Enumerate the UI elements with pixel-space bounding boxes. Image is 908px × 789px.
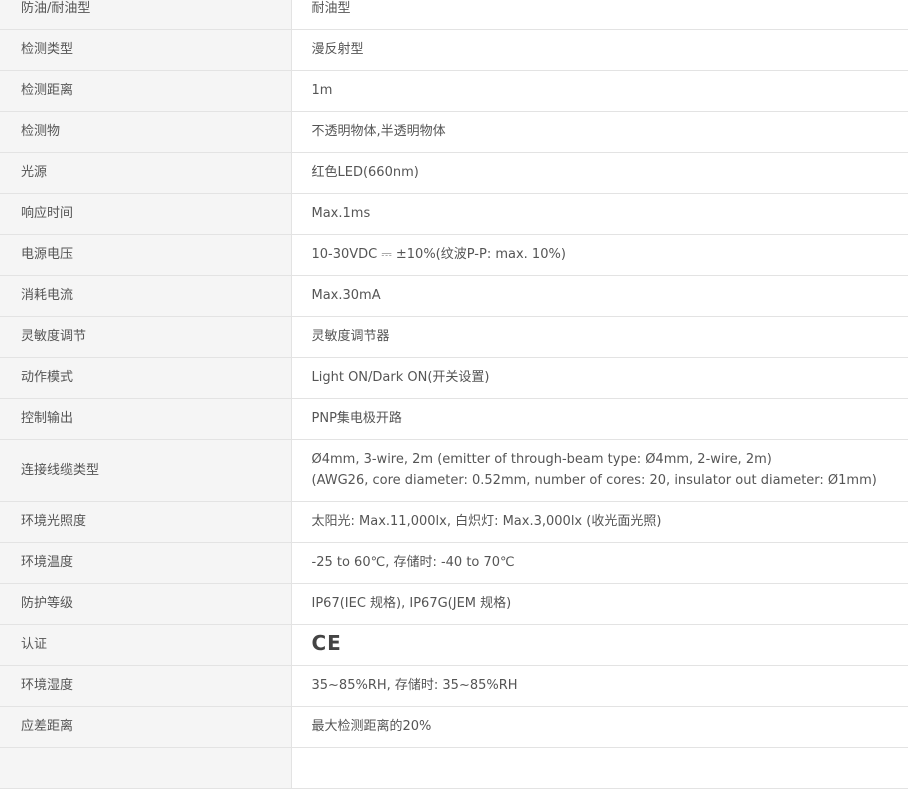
row-label: 环境温度 bbox=[0, 542, 291, 583]
row-label bbox=[0, 747, 291, 788]
table-row: 检测距离 1m bbox=[0, 70, 908, 111]
spec-table: 防油/耐油型 耐油型 检测类型 漫反射型 检测距离 1m 检测物 不透明物体,半… bbox=[0, 0, 908, 789]
row-value: 最大检测距离的20% bbox=[291, 706, 908, 747]
row-value: Max.30mA bbox=[291, 275, 908, 316]
row-value: -25 to 60℃, 存储时: -40 to 70℃ bbox=[291, 542, 908, 583]
row-value: 不透明物体,半透明物体 bbox=[291, 111, 908, 152]
row-value-line: Ø4mm, 3-wire, 2m (emitter of through-bea… bbox=[312, 449, 908, 470]
row-value: 红色LED(660nm) bbox=[291, 152, 908, 193]
row-value: 35~85%RH, 存储时: 35~85%RH bbox=[291, 665, 908, 706]
row-value: 1m bbox=[291, 70, 908, 111]
row-value: 灵敏度调节器 bbox=[291, 316, 908, 357]
row-label: 响应时间 bbox=[0, 193, 291, 234]
row-label: 环境湿度 bbox=[0, 665, 291, 706]
row-label: 检测类型 bbox=[0, 29, 291, 70]
table-row: 光源 红色LED(660nm) bbox=[0, 152, 908, 193]
row-label: 环境光照度 bbox=[0, 501, 291, 542]
table-row: 消耗电流 Max.30mA bbox=[0, 275, 908, 316]
row-value-line: (AWG26, core diameter: 0.52mm, number of… bbox=[312, 470, 908, 491]
row-label: 检测物 bbox=[0, 111, 291, 152]
row-label: 防油/耐油型 bbox=[0, 0, 291, 29]
row-label: 控制输出 bbox=[0, 398, 291, 439]
table-row: 环境湿度 35~85%RH, 存储时: 35~85%RH bbox=[0, 665, 908, 706]
row-label: 认证 bbox=[0, 624, 291, 665]
table-row bbox=[0, 747, 908, 788]
row-label: 灵敏度调节 bbox=[0, 316, 291, 357]
table-row: 检测物 不透明物体,半透明物体 bbox=[0, 111, 908, 152]
table-row: 防油/耐油型 耐油型 bbox=[0, 0, 908, 29]
row-value: CE bbox=[291, 624, 908, 665]
row-value: 10-30VDC ⎓ ±10%(纹波P-P: max. 10%) bbox=[291, 234, 908, 275]
row-value: IP67(IEC 规格), IP67G(JEM 规格) bbox=[291, 583, 908, 624]
row-label: 动作模式 bbox=[0, 357, 291, 398]
row-label: 电源电压 bbox=[0, 234, 291, 275]
table-row: 检测类型 漫反射型 bbox=[0, 29, 908, 70]
row-value: 耐油型 bbox=[291, 0, 908, 29]
row-label: 消耗电流 bbox=[0, 275, 291, 316]
table-row: 控制输出 PNP集电极开路 bbox=[0, 398, 908, 439]
row-value bbox=[291, 747, 908, 788]
table-row: 连接线缆类型 Ø4mm, 3-wire, 2m (emitter of thro… bbox=[0, 439, 908, 501]
row-value: PNP集电极开路 bbox=[291, 398, 908, 439]
row-value: Max.1ms bbox=[291, 193, 908, 234]
row-label: 应差距离 bbox=[0, 706, 291, 747]
ce-mark-icon: CE bbox=[312, 631, 342, 655]
row-value: 漫反射型 bbox=[291, 29, 908, 70]
row-label: 连接线缆类型 bbox=[0, 439, 291, 501]
table-row: 环境温度 -25 to 60℃, 存储时: -40 to 70℃ bbox=[0, 542, 908, 583]
table-row: 响应时间 Max.1ms bbox=[0, 193, 908, 234]
table-row: 环境光照度 太阳光: Max.11,000lx, 白炽灯: Max.3,000l… bbox=[0, 501, 908, 542]
table-row: 应差距离 最大检测距离的20% bbox=[0, 706, 908, 747]
table-row: 灵敏度调节 灵敏度调节器 bbox=[0, 316, 908, 357]
row-value: 太阳光: Max.11,000lx, 白炽灯: Max.3,000lx (收光面… bbox=[291, 501, 908, 542]
table-row: 电源电压 10-30VDC ⎓ ±10%(纹波P-P: max. 10%) bbox=[0, 234, 908, 275]
row-value: Light ON/Dark ON(开关设置) bbox=[291, 357, 908, 398]
table-row: 防护等级 IP67(IEC 规格), IP67G(JEM 规格) bbox=[0, 583, 908, 624]
row-label: 防护等级 bbox=[0, 583, 291, 624]
row-value: Ø4mm, 3-wire, 2m (emitter of through-bea… bbox=[291, 439, 908, 501]
row-label: 检测距离 bbox=[0, 70, 291, 111]
table-row: 认证 CE bbox=[0, 624, 908, 665]
table-row: 动作模式 Light ON/Dark ON(开关设置) bbox=[0, 357, 908, 398]
row-label: 光源 bbox=[0, 152, 291, 193]
